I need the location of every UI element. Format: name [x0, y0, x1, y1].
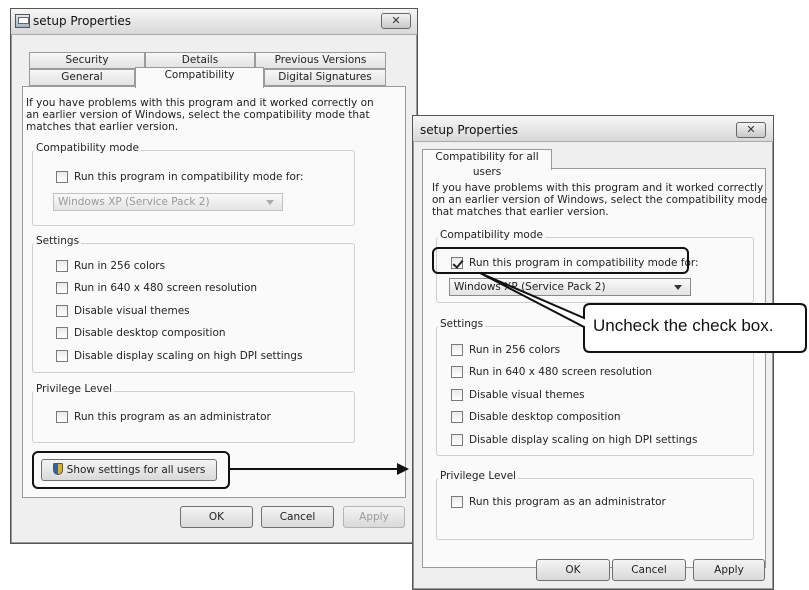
checkbox-icon[interactable]: [56, 327, 68, 339]
left-compat-checkbox-label: Run this program in compatibility mode f…: [74, 171, 304, 183]
setting-label: Run in 256 colors: [74, 260, 166, 272]
right-title-bar: setup Properties ✕: [413, 116, 773, 142]
right-checkbox-highlight: [432, 247, 689, 274]
right-compat-select[interactable]: Windows XP (Service Pack 2): [449, 278, 691, 296]
right-setting-640x480[interactable]: Run in 640 x 480 screen resolution: [451, 366, 652, 378]
checkbox-icon[interactable]: [56, 282, 68, 294]
left-setting-desktop-composition[interactable]: Disable desktop composition: [56, 327, 226, 339]
left-setting-256-colors[interactable]: Run in 256 colors: [56, 260, 165, 272]
checkbox-icon[interactable]: [451, 434, 463, 446]
checkbox-icon[interactable]: [56, 305, 68, 317]
tab-previous-versions[interactable]: Previous Versions: [255, 52, 386, 69]
right-ok-button[interactable]: OK: [536, 559, 610, 581]
left-compat-group-label: Compatibility mode: [34, 142, 141, 154]
right-setting-dpi-scaling[interactable]: Disable display scaling on high DPI sett…: [451, 434, 697, 446]
left-compat-checkbox[interactable]: Run this program in compatibility mode f…: [56, 171, 304, 183]
setting-label: Disable visual themes: [469, 389, 585, 401]
close-icon[interactable]: ✕: [381, 13, 411, 29]
left-compat-select-value: Windows XP (Service Pack 2): [58, 196, 210, 208]
right-intro-line-2: on an earlier version of Windows, select…: [432, 194, 768, 206]
left-ok-button[interactable]: OK: [180, 506, 253, 528]
left-privilege-group-label: Privilege Level: [34, 383, 115, 395]
right-privilege-checkbox-label: Run this program as an administrator: [469, 496, 666, 508]
tab-security[interactable]: Security: [29, 52, 145, 69]
left-compat-select[interactable]: Windows XP (Service Pack 2): [53, 193, 283, 211]
checkbox-icon[interactable]: [56, 260, 68, 272]
checkbox-icon[interactable]: [56, 171, 68, 183]
tab-compatibility-all-users[interactable]: Compatibility for all users: [422, 149, 552, 178]
right-cancel-button[interactable]: Cancel: [612, 559, 686, 581]
left-apply-button[interactable]: Apply: [343, 506, 405, 528]
checkbox-icon[interactable]: [56, 411, 68, 423]
setting-label: Run in 640 x 480 screen resolution: [74, 282, 258, 294]
left-settings-group-label: Settings: [34, 235, 82, 247]
callout-text: Uncheck the check box.: [593, 316, 774, 335]
right-apply-button[interactable]: Apply: [693, 559, 765, 581]
left-privilege-checkbox[interactable]: Run this program as an administrator: [56, 411, 271, 423]
left-compat-group: [32, 150, 355, 226]
right-setting-desktop-composition[interactable]: Disable desktop composition: [451, 411, 621, 423]
checkbox-icon[interactable]: [451, 389, 463, 401]
right-compat-group-label: Compatibility mode: [438, 229, 545, 241]
right-properties-dialog: setup Properties ✕ Compatibility for all…: [412, 115, 774, 590]
app-icon: [15, 14, 30, 28]
right-privilege-checkbox[interactable]: Run this program as an administrator: [451, 496, 666, 508]
left-button-highlight: [32, 451, 230, 489]
setting-label: Run in 640 x 480 screen resolution: [469, 366, 653, 378]
checkbox-icon[interactable]: [56, 350, 68, 362]
close-icon[interactable]: ✕: [736, 122, 766, 138]
left-intro-line-1: If you have problems with this program a…: [26, 97, 374, 109]
checkbox-icon[interactable]: [451, 366, 463, 378]
left-privilege-checkbox-label: Run this program as an administrator: [74, 411, 271, 423]
checkbox-icon[interactable]: [451, 411, 463, 423]
left-cancel-button[interactable]: Cancel: [261, 506, 334, 528]
tab-digital-signatures[interactable]: Digital Signatures: [264, 69, 386, 86]
chevron-down-icon: [266, 200, 274, 205]
left-title-bar: setup Properties ✕: [11, 9, 417, 35]
setting-label: Disable desktop composition: [469, 411, 621, 423]
right-privilege-group-label: Privilege Level: [438, 470, 519, 482]
right-privilege-group: [436, 478, 754, 540]
setting-label: Disable display scaling on high DPI sett…: [74, 350, 303, 362]
setting-label: Run in 256 colors: [469, 344, 561, 356]
left-dialog-title: setup Properties: [33, 14, 132, 28]
left-setting-visual-themes[interactable]: Disable visual themes: [56, 305, 190, 317]
right-intro-line-3: that matches that earlier version.: [432, 206, 609, 218]
right-dialog-title: setup Properties: [420, 123, 519, 137]
setting-label: Disable display scaling on high DPI sett…: [469, 434, 698, 446]
tab-compatibility[interactable]: Compatibility: [135, 67, 264, 88]
left-intro-line-3: matches that earlier version.: [26, 121, 179, 133]
right-setting-visual-themes[interactable]: Disable visual themes: [451, 389, 585, 401]
right-settings-group-label: Settings: [438, 318, 486, 330]
right-setting-256-colors[interactable]: Run in 256 colors: [451, 344, 560, 356]
left-setting-640x480[interactable]: Run in 640 x 480 screen resolution: [56, 282, 257, 294]
left-setting-dpi-scaling[interactable]: Disable display scaling on high DPI sett…: [56, 350, 302, 362]
checkbox-icon[interactable]: [451, 344, 463, 356]
right-intro-line-1: If you have problems with this program a…: [432, 182, 764, 194]
chevron-down-icon: [674, 285, 682, 290]
right-compat-select-value: Windows XP (Service Pack 2): [454, 281, 606, 293]
tab-general[interactable]: General: [29, 69, 135, 86]
checkbox-icon[interactable]: [451, 496, 463, 508]
setting-label: Disable desktop composition: [74, 327, 226, 339]
left-intro-line-2: an earlier version of Windows, select th…: [26, 109, 370, 121]
setting-label: Disable visual themes: [74, 305, 190, 317]
